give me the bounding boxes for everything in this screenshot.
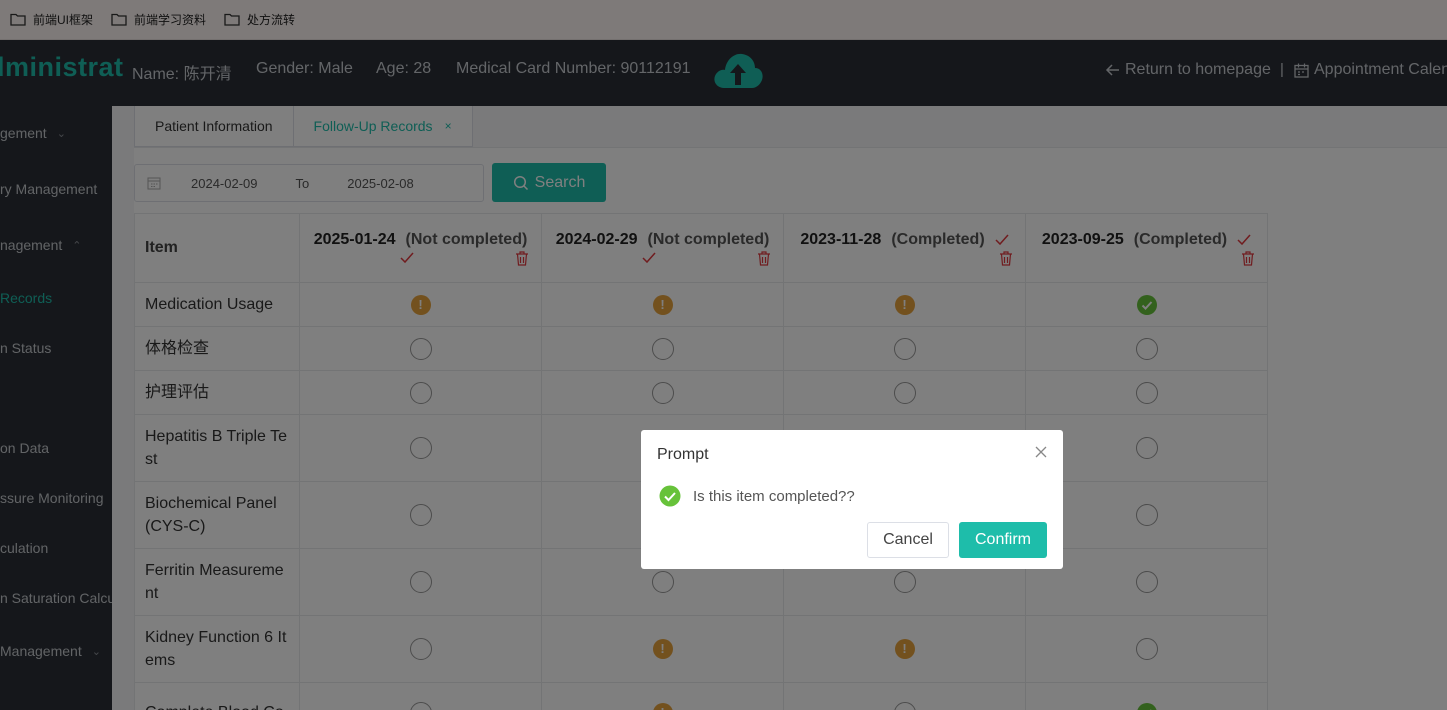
confirm-button[interactable]: Confirm (959, 522, 1047, 558)
prompt-dialog: Prompt Is this item completed?? Cancel C… (641, 430, 1063, 569)
success-icon (659, 485, 681, 507)
modal-overlay[interactable] (0, 0, 1447, 710)
dialog-title: Prompt (657, 446, 709, 463)
cancel-button[interactable]: Cancel (867, 522, 949, 558)
close-icon[interactable] (1035, 446, 1047, 458)
dialog-message: Is this item completed?? (659, 485, 855, 507)
dialog-message-text: Is this item completed?? (693, 487, 855, 505)
